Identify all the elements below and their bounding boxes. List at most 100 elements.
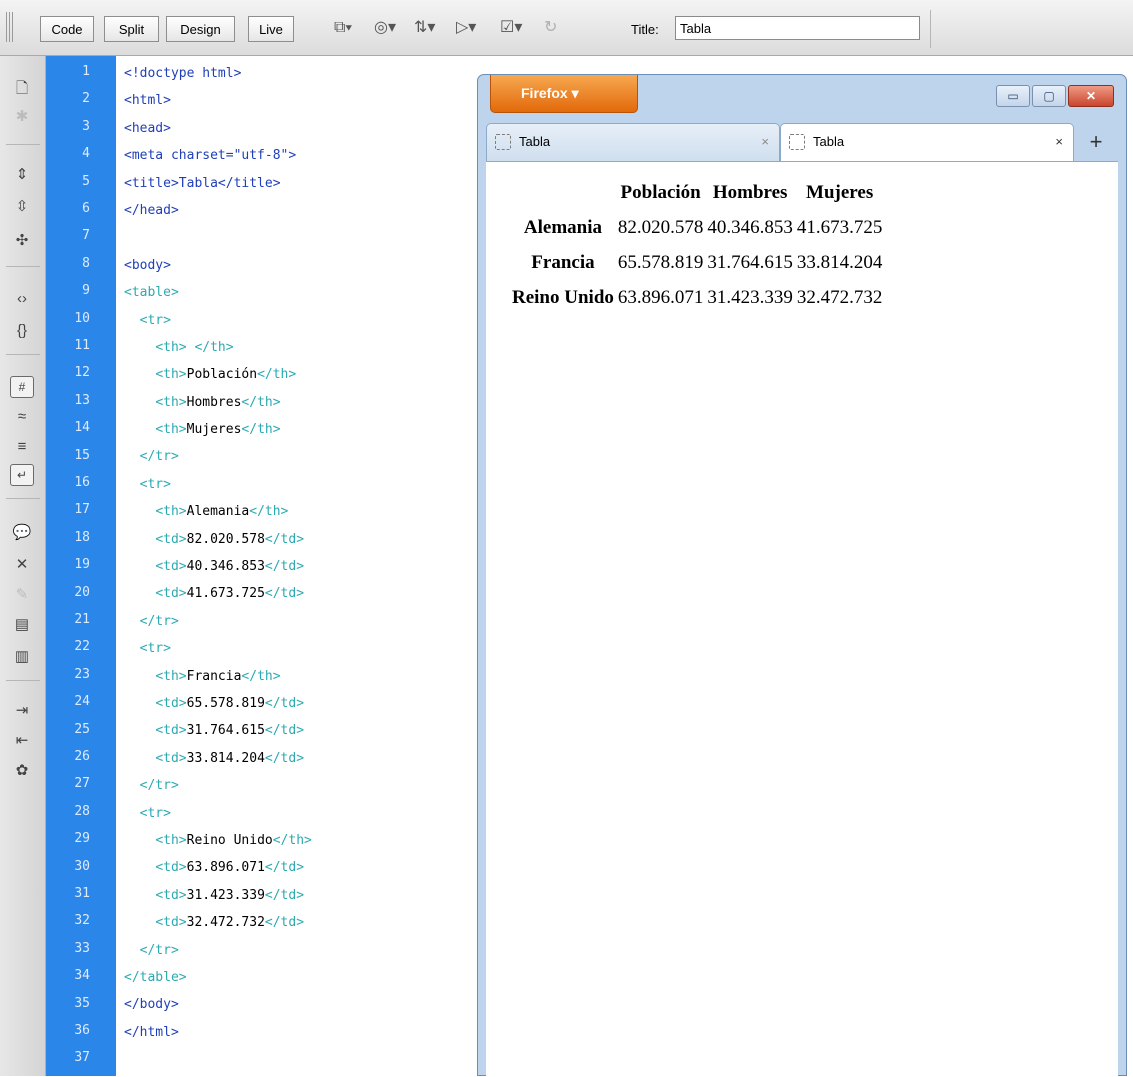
collapse-full-tag-icon[interactable]: ⇕ <box>10 164 34 186</box>
highlight-invalid-code-icon[interactable]: ≈ <box>10 406 34 428</box>
firefox-menu-label: Firefox <box>521 85 568 101</box>
line-number: 22 <box>74 639 90 655</box>
move-css-icon[interactable]: ▥ <box>10 646 34 668</box>
line-number: 5 <box>82 173 90 189</box>
code-line: <td>40.346.853</td> <box>155 559 305 575</box>
table-row: Reino Unido 63.896.071 31.423.339 32.472… <box>511 281 883 314</box>
strip-divider <box>6 266 40 267</box>
code-view-button[interactable]: Code <box>40 16 94 42</box>
line-number: 1 <box>82 64 90 79</box>
line-number: 37 <box>74 1050 90 1066</box>
code-line: <th> </th> <box>155 339 234 355</box>
line-numbers-icon[interactable]: # <box>10 376 34 398</box>
column-header: Mujeres <box>806 181 874 203</box>
table-cell: 41.673.725 <box>796 216 883 238</box>
table-cell: 31.423.339 <box>707 286 793 308</box>
line-number: 32 <box>74 913 90 929</box>
format-source-icon[interactable]: ✿ <box>10 760 34 782</box>
refresh-icon[interactable]: ↻ <box>544 18 557 38</box>
code-line: <table> <box>124 285 179 301</box>
coding-toolbar: 🗋 ✱ ⇕ ⇳ ✣ ‹› {} # ≈ ≡ ↵ 💬 ✕ ✎ ▤ ▥ ⇥ ⇤ ✿ <box>0 56 46 1076</box>
code-line: <td>82.020.578</td> <box>155 531 305 547</box>
strip-divider <box>6 144 40 145</box>
code-line: </tr> <box>139 449 179 465</box>
code-line: <body> <box>124 257 171 273</box>
file-management-icon[interactable]: ⇅▾ <box>414 18 435 38</box>
chevron-down-icon: ▾ <box>567 85 579 101</box>
code-line: </tr> <box>139 778 179 794</box>
close-window-button[interactable]: ✕ <box>1068 85 1114 107</box>
table-cell: 31.764.615 <box>707 251 793 273</box>
line-number: 35 <box>74 995 90 1011</box>
tab-close-icon[interactable]: × <box>1055 134 1063 149</box>
wrap-tag-icon[interactable]: ✎ <box>10 584 34 606</box>
line-number: 33 <box>74 940 90 956</box>
syntax-coloring-icon[interactable]: ≡ <box>10 436 34 458</box>
browser-tab-active[interactable]: Tabla × <box>780 123 1074 161</box>
minimize-button[interactable]: ▭ <box>996 85 1030 107</box>
line-number: 10 <box>74 310 90 326</box>
live-view-button[interactable]: Live <box>248 16 294 42</box>
balance-braces-icon[interactable]: {} <box>10 320 34 342</box>
document-title-input[interactable] <box>675 16 920 40</box>
check-page-icon[interactable]: ▷▾ <box>456 18 476 38</box>
code-editor[interactable]: <!doctype html> <html> <head> <meta charset… <box>124 62 464 1075</box>
firefox-menu-button[interactable]: Firefox ▾ <box>490 75 638 113</box>
code-line: <th>Francia</th> <box>155 668 281 684</box>
table-row: Francia 65.578.819 31.764.615 33.814.204 <box>511 246 883 279</box>
tab-title: Tabla <box>519 134 551 149</box>
code-line: </tr> <box>139 942 179 958</box>
apply-comment-icon[interactable]: 💬 <box>10 522 34 544</box>
select-parent-tag-icon[interactable]: ‹› <box>10 288 34 310</box>
code-line: <td>63.896.071</td> <box>155 860 305 876</box>
table-cell: 63.896.071 <box>617 286 704 308</box>
remove-comment-icon[interactable]: ✕ <box>10 554 34 576</box>
title-label: Title: <box>631 22 659 37</box>
multiscreen-icon[interactable]: ⧉▾ <box>334 18 352 38</box>
show-code-navigator-icon[interactable]: ✱ <box>10 106 34 128</box>
firefox-window: Firefox ▾ ▭ ▢ ✕ Tabla × Tabla × + Poblac… <box>477 74 1127 1077</box>
word-wrap-icon[interactable]: ↵ <box>10 464 34 486</box>
line-number: 14 <box>74 420 90 436</box>
preview-browser-icon[interactable]: ◎▾ <box>374 18 396 38</box>
document-toolbar: Code Split Design Live ⧉▾ ◎▾ ⇅▾ ▷▾ ☑▾ ↻ … <box>0 0 1133 56</box>
split-view-button[interactable]: Split <box>104 16 159 42</box>
line-number: 34 <box>74 968 90 984</box>
recent-snippets-icon[interactable]: ▤ <box>10 614 34 636</box>
table-cell: 33.814.204 <box>796 251 883 273</box>
column-header: Población <box>620 181 701 203</box>
line-number: 11 <box>74 338 90 353</box>
page-viewport: Población Hombres Mujeres Alemania 82.02… <box>486 161 1118 1077</box>
new-tab-button[interactable]: + <box>1076 127 1116 159</box>
maximize-icon: ▢ <box>1043 89 1055 103</box>
line-number: 19 <box>74 557 90 573</box>
outdent-code-icon[interactable]: ⇤ <box>10 730 34 752</box>
code-line: <meta charset="utf-8"> <box>124 148 297 164</box>
code-line: <td>65.578.819</td> <box>155 695 305 711</box>
code-line: <head> <box>124 120 171 136</box>
code-line: <tr> <box>139 641 171 657</box>
open-documents-icon[interactable]: 🗋 <box>10 78 34 100</box>
code-line: </html> <box>124 1024 179 1040</box>
code-line: <th>Reino Unido</th> <box>155 832 312 848</box>
code-line: <th>Alemania</th> <box>155 504 289 520</box>
browser-tab[interactable]: Tabla × <box>486 123 780 161</box>
line-number: 26 <box>74 749 90 764</box>
design-view-button[interactable]: Design <box>166 16 235 42</box>
line-number: 36 <box>74 1023 90 1038</box>
code-line: <tr> <box>139 805 171 821</box>
line-number: 13 <box>74 392 90 408</box>
validate-icon[interactable]: ☑▾ <box>500 18 522 38</box>
corner-header <box>511 176 615 209</box>
code-line: </body> <box>124 997 179 1013</box>
toolbar-grip[interactable] <box>6 12 14 42</box>
code-line: <th>Hombres</th> <box>155 394 281 410</box>
tab-close-icon[interactable]: × <box>761 134 769 149</box>
collapse-selection-icon[interactable]: ⇳ <box>10 196 34 218</box>
indent-code-icon[interactable]: ⇥ <box>10 700 34 722</box>
minimize-icon: ▭ <box>1007 89 1019 103</box>
maximize-button[interactable]: ▢ <box>1032 85 1066 107</box>
code-line: <th>Mujeres</th> <box>155 422 281 438</box>
expand-all-icon[interactable]: ✣ <box>10 230 34 252</box>
